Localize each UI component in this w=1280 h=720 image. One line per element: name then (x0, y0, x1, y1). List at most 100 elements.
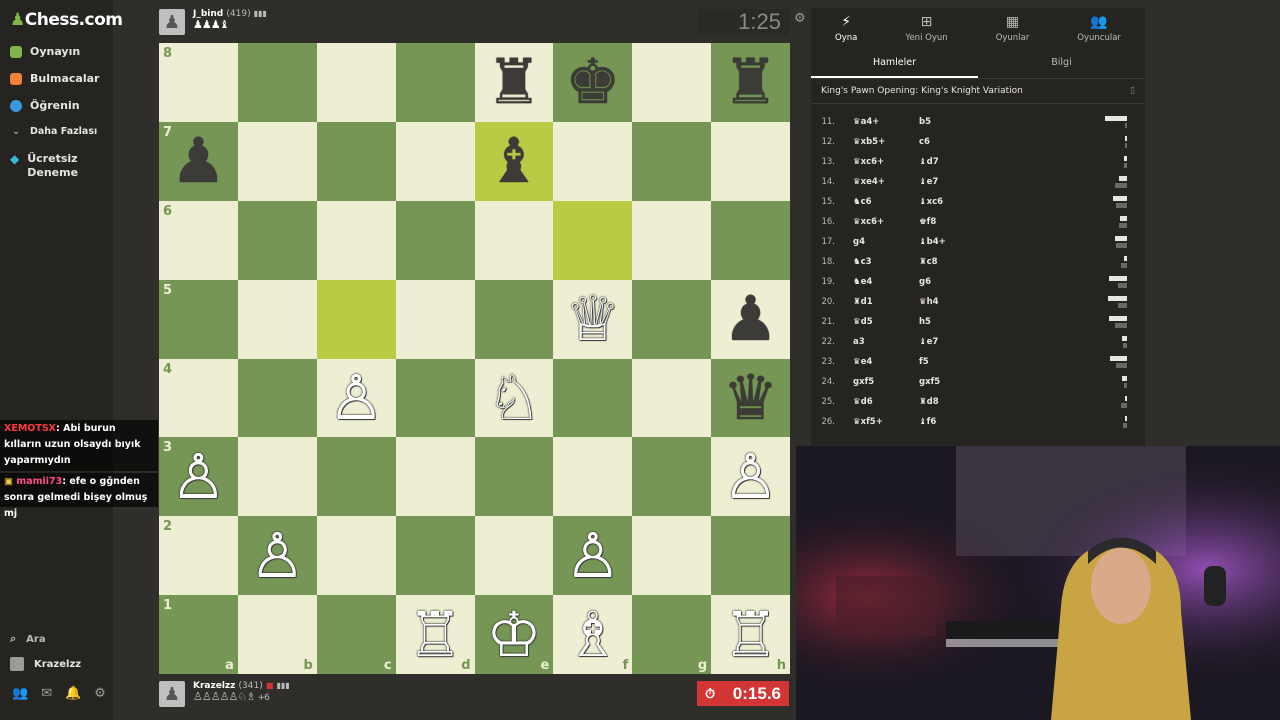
square-g4[interactable] (632, 358, 712, 438)
white-move[interactable]: ♞c3 (853, 257, 919, 267)
square-c4[interactable]: ♙ (316, 358, 396, 438)
square-d7[interactable] (395, 121, 475, 201)
settings-gear-icon[interactable]: ⚙ (794, 11, 806, 26)
square-e4[interactable]: ♘ (474, 358, 554, 438)
square-e2[interactable] (474, 516, 554, 596)
black-move[interactable]: ♚f8 (919, 217, 999, 227)
black-move[interactable]: ♝f6 (919, 417, 999, 427)
square-h6[interactable] (711, 200, 790, 280)
square-e5[interactable] (474, 279, 554, 359)
black-move[interactable]: g6 (919, 277, 999, 287)
black-move[interactable]: ♜c8 (919, 257, 999, 267)
square-b5[interactable] (237, 279, 317, 359)
square-e1[interactable]: e ♔ (474, 595, 554, 674)
profile-link[interactable]: Krazelzz (10, 657, 81, 671)
white-piece-f1[interactable]: ♗ (565, 603, 621, 666)
square-b3[interactable] (237, 437, 317, 517)
white-move[interactable]: ♛xf5+ (853, 417, 919, 427)
black-move[interactable]: ♝e7 (919, 337, 999, 347)
white-move[interactable]: gxf5 (853, 377, 919, 387)
white-move[interactable]: ♛d6 (853, 397, 919, 407)
square-g6[interactable] (632, 200, 712, 280)
square-b6[interactable] (237, 200, 317, 280)
square-h4[interactable]: ♛ (711, 358, 790, 438)
black-move[interactable]: gxf5 (919, 377, 999, 387)
square-f8[interactable]: ♚ (553, 43, 633, 122)
square-g7[interactable] (632, 121, 712, 201)
black-move[interactable]: ♜d8 (919, 397, 999, 407)
tab-new-game[interactable]: ⊞ Yeni Oyun (905, 14, 947, 43)
tab-players[interactable]: 👥 Oyuncular (1077, 14, 1121, 43)
black-piece-e8[interactable]: ♜ (486, 51, 542, 113)
square-g8[interactable] (632, 43, 712, 122)
square-h5[interactable]: ♟ (711, 279, 790, 359)
black-move[interactable]: h5 (919, 317, 999, 327)
subtab-moves[interactable]: Hamleler (811, 48, 978, 78)
friends-icon[interactable]: 👥 (12, 686, 28, 701)
square-d5[interactable] (395, 279, 475, 359)
square-a1[interactable]: 1a (159, 595, 238, 674)
opponent-avatar[interactable]: ♟ (159, 9, 185, 35)
square-c7[interactable] (316, 121, 396, 201)
square-g1[interactable]: g (632, 595, 712, 674)
square-b1[interactable]: b (237, 595, 317, 674)
square-b4[interactable] (237, 358, 317, 438)
opening-name[interactable]: King's Pawn Opening: King's Knight Varia… (821, 86, 1023, 96)
chess-logo[interactable]: ♟Chess.com (10, 10, 123, 30)
square-g2[interactable] (632, 516, 712, 596)
black-move[interactable]: c6 (919, 137, 999, 147)
black-piece-h8[interactable]: ♜ (723, 51, 779, 113)
square-e7[interactable]: ♝ (474, 121, 554, 201)
square-d2[interactable] (395, 516, 475, 596)
player-avatar[interactable]: ♟ (159, 681, 185, 707)
square-a5[interactable]: 5 (159, 279, 238, 359)
square-b8[interactable] (237, 43, 317, 122)
square-f2[interactable]: ♙ (553, 516, 633, 596)
bell-icon[interactable]: 🔔 (65, 686, 81, 701)
square-h8[interactable]: ♜ (711, 43, 790, 122)
square-a3[interactable]: 3 ♙ (159, 437, 238, 517)
black-move[interactable]: ♝xc6 (919, 197, 999, 207)
white-piece-a3[interactable]: ♙ (171, 445, 227, 508)
square-g5[interactable] (632, 279, 712, 359)
square-e6[interactable] (474, 200, 554, 280)
square-c5[interactable] (316, 279, 396, 359)
white-move[interactable]: ♛xc6+ (853, 157, 919, 167)
move-list[interactable]: 11. ♛a4+ b5 12. ♛xb5+ c6 13. ♛xc6+ ♝d7 14. ♛xe4+ ♝e… (811, 104, 1145, 428)
square-b7[interactable] (237, 121, 317, 201)
white-move[interactable]: ♞e4 (853, 277, 919, 287)
gear-icon[interactable]: ⚙ (94, 686, 106, 701)
square-f4[interactable] (553, 358, 633, 438)
black-move[interactable]: ♝e7 (919, 177, 999, 187)
white-piece-f5[interactable]: ♕ (565, 288, 621, 350)
square-a6[interactable]: 6 (159, 200, 238, 280)
chess-board[interactable]: 8 ♜ ♚ ♜ 7 ♟ ♝ 6 5 ♕ ♟ 4 ♙ ♘ ♛ 3 ♙ ♙ 2 ♙ ♙ 1 a b c d ♖ e ♔ f ♗ g h ♖ (159, 43, 790, 674)
square-h2[interactable] (711, 516, 790, 596)
white-piece-d1[interactable]: ♖ (407, 603, 463, 666)
black-piece-h4[interactable]: ♛ (723, 366, 779, 429)
square-a2[interactable]: 2 (159, 516, 238, 596)
square-b2[interactable]: ♙ (237, 516, 317, 596)
white-piece-f2[interactable]: ♙ (565, 524, 621, 587)
white-piece-h3[interactable]: ♙ (723, 445, 779, 508)
white-move[interactable]: ♜d1 (853, 297, 919, 307)
black-move[interactable]: ♛h4 (919, 297, 999, 307)
square-f6[interactable] (553, 200, 633, 280)
white-move[interactable]: ♛e4 (853, 357, 919, 367)
square-f1[interactable]: f ♗ (553, 595, 633, 674)
square-d1[interactable]: d ♖ (395, 595, 475, 674)
sidebar-item-puzzles[interactable]: Bulmacalar (10, 72, 99, 85)
black-piece-f8[interactable]: ♚ (565, 51, 621, 113)
white-piece-e1[interactable]: ♔ (486, 603, 542, 666)
square-d8[interactable] (395, 43, 475, 122)
white-move[interactable]: ♛a4+ (853, 117, 919, 127)
sidebar-item-more[interactable]: ⌄ Daha Fazlası (10, 126, 97, 137)
white-move[interactable]: ♞c6 (853, 197, 919, 207)
white-move[interactable]: ♛xb5+ (853, 137, 919, 147)
black-piece-h5[interactable]: ♟ (723, 288, 779, 350)
square-a7[interactable]: 7 ♟ (159, 121, 238, 201)
square-e3[interactable] (474, 437, 554, 517)
black-move[interactable]: ♝d7 (919, 157, 999, 167)
square-c2[interactable] (316, 516, 396, 596)
black-piece-e7[interactable]: ♝ (486, 130, 542, 192)
